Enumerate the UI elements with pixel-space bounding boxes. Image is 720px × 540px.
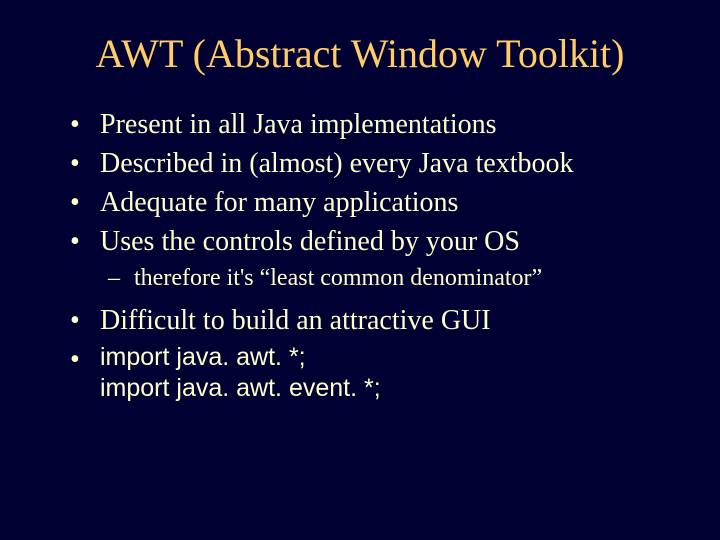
sub-bullet-text: therefore it's “least common denominator…: [134, 263, 542, 293]
bullet-text-code: import java. awt. *; import java. awt. e…: [100, 342, 680, 405]
bullet-icon: •: [70, 303, 100, 338]
bullet-icon: •: [70, 185, 100, 220]
slide-title: AWT (Abstract Window Toolkit): [40, 30, 680, 77]
bullet-text: Present in all Java implementations: [100, 107, 680, 142]
code-line: import java. awt. event. *;: [100, 374, 381, 402]
bullet-text: Described in (almost) every Java textboo…: [100, 146, 680, 181]
code-line: import java. awt. *;: [100, 343, 306, 371]
bullet-icon: •: [70, 224, 100, 259]
bullet-text: Uses the controls defined by your OS: [100, 224, 680, 259]
bullet-item: • Adequate for many applications: [70, 185, 680, 220]
bullet-icon: •: [70, 146, 100, 181]
bullet-icon: •: [70, 107, 100, 142]
bullet-icon: •: [70, 342, 100, 377]
bullet-item: • Present in all Java implementations: [70, 107, 680, 142]
sub-bullet-item: – therefore it's “least common denominat…: [70, 263, 680, 293]
bullet-text: Difficult to build an attractive GUI: [100, 303, 680, 338]
bullet-item: • Difficult to build an attractive GUI: [70, 303, 680, 338]
dash-icon: –: [108, 263, 134, 293]
slide-body: • Present in all Java implementations • …: [70, 107, 680, 405]
bullet-item: • import java. awt. *; import java. awt.…: [70, 342, 680, 405]
bullet-item: • Described in (almost) every Java textb…: [70, 146, 680, 181]
bullet-text: Adequate for many applications: [100, 185, 680, 220]
bullet-item: • Uses the controls defined by your OS: [70, 224, 680, 259]
slide: AWT (Abstract Window Toolkit) • Present …: [0, 0, 720, 540]
